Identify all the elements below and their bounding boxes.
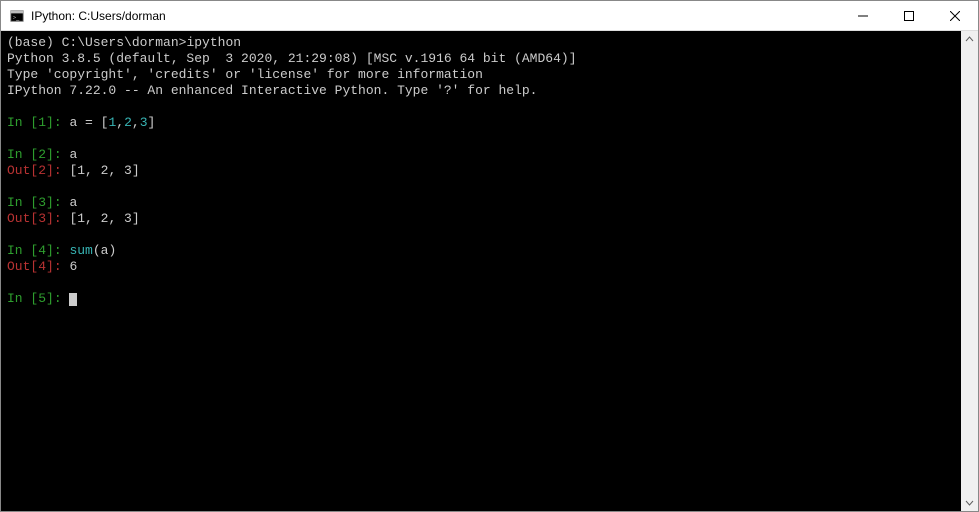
in-prompt: In [ xyxy=(7,243,38,258)
in-prompt: ]: xyxy=(46,291,69,306)
banner-line: Python 3.8.5 (default, Sep 3 2020, 21:29… xyxy=(7,51,577,66)
maximize-button[interactable] xyxy=(886,1,932,30)
chevron-up-icon xyxy=(965,35,974,44)
in-prompt: In [ xyxy=(7,195,38,210)
terminal-icon: >_ xyxy=(9,8,25,24)
code: a xyxy=(69,195,77,210)
scroll-up-button[interactable] xyxy=(961,31,978,48)
out-value: 6 xyxy=(69,259,77,274)
maximize-icon xyxy=(904,11,914,21)
in-prompt: In [ xyxy=(7,147,38,162)
scroll-down-button[interactable] xyxy=(961,494,978,511)
in-prompt: ]: xyxy=(46,147,69,162)
code: , xyxy=(116,115,124,130)
banner-line: Type 'copyright', 'credits' or 'license'… xyxy=(7,67,483,82)
terminal[interactable]: (base) C:\Users\dorman>ipython Python 3.… xyxy=(1,31,961,511)
code-fn: sum xyxy=(69,243,92,258)
in-num: 1 xyxy=(38,115,46,130)
code: a = [ xyxy=(69,115,108,130)
out-prompt: ]: xyxy=(46,211,69,226)
in-num: 5 xyxy=(38,291,46,306)
close-icon xyxy=(950,11,960,21)
out-num: 3 xyxy=(38,211,46,226)
out-prompt: ]: xyxy=(46,259,69,274)
prompt-text: (base) C:\Users\dorman> xyxy=(7,35,186,50)
banner-line: IPython 7.22.0 -- An enhanced Interactiv… xyxy=(7,83,538,98)
close-button[interactable] xyxy=(932,1,978,30)
out-num: 2 xyxy=(38,163,46,178)
code: ] xyxy=(148,115,156,130)
in-prompt: ]: xyxy=(46,115,69,130)
window-title: IPython: C:Users/dorman xyxy=(31,9,840,23)
code: , xyxy=(132,115,140,130)
titlebar[interactable]: >_ IPython: C:Users/dorman xyxy=(1,1,978,31)
minimize-button[interactable] xyxy=(840,1,886,30)
window-controls xyxy=(840,1,978,30)
out-num: 4 xyxy=(38,259,46,274)
code-num: 2 xyxy=(124,115,132,130)
vertical-scrollbar[interactable] xyxy=(961,31,978,511)
in-prompt: In [ xyxy=(7,291,38,306)
in-prompt: ]: xyxy=(46,195,69,210)
minimize-icon xyxy=(858,11,868,21)
code: (a) xyxy=(93,243,116,258)
out-prompt: Out[ xyxy=(7,259,38,274)
in-num: 2 xyxy=(38,147,46,162)
out-prompt: Out[ xyxy=(7,163,38,178)
chevron-down-icon xyxy=(965,498,974,507)
out-prompt: ]: xyxy=(46,163,69,178)
out-prompt: Out[ xyxy=(7,211,38,226)
code-num: 3 xyxy=(140,115,148,130)
in-prompt: In [ xyxy=(7,115,38,130)
out-value: [1, 2, 3] xyxy=(69,163,139,178)
code: a xyxy=(69,147,77,162)
svg-text:>_: >_ xyxy=(13,15,20,21)
out-value: [1, 2, 3] xyxy=(69,211,139,226)
cursor xyxy=(69,293,77,306)
app-window: >_ IPython: C:Users/dorman (base) C:\Use… xyxy=(0,0,979,512)
in-num: 4 xyxy=(38,243,46,258)
in-num: 3 xyxy=(38,195,46,210)
in-prompt: ]: xyxy=(46,243,69,258)
command-text: ipython xyxy=(186,35,241,50)
client-area: (base) C:\Users\dorman>ipython Python 3.… xyxy=(1,31,978,511)
